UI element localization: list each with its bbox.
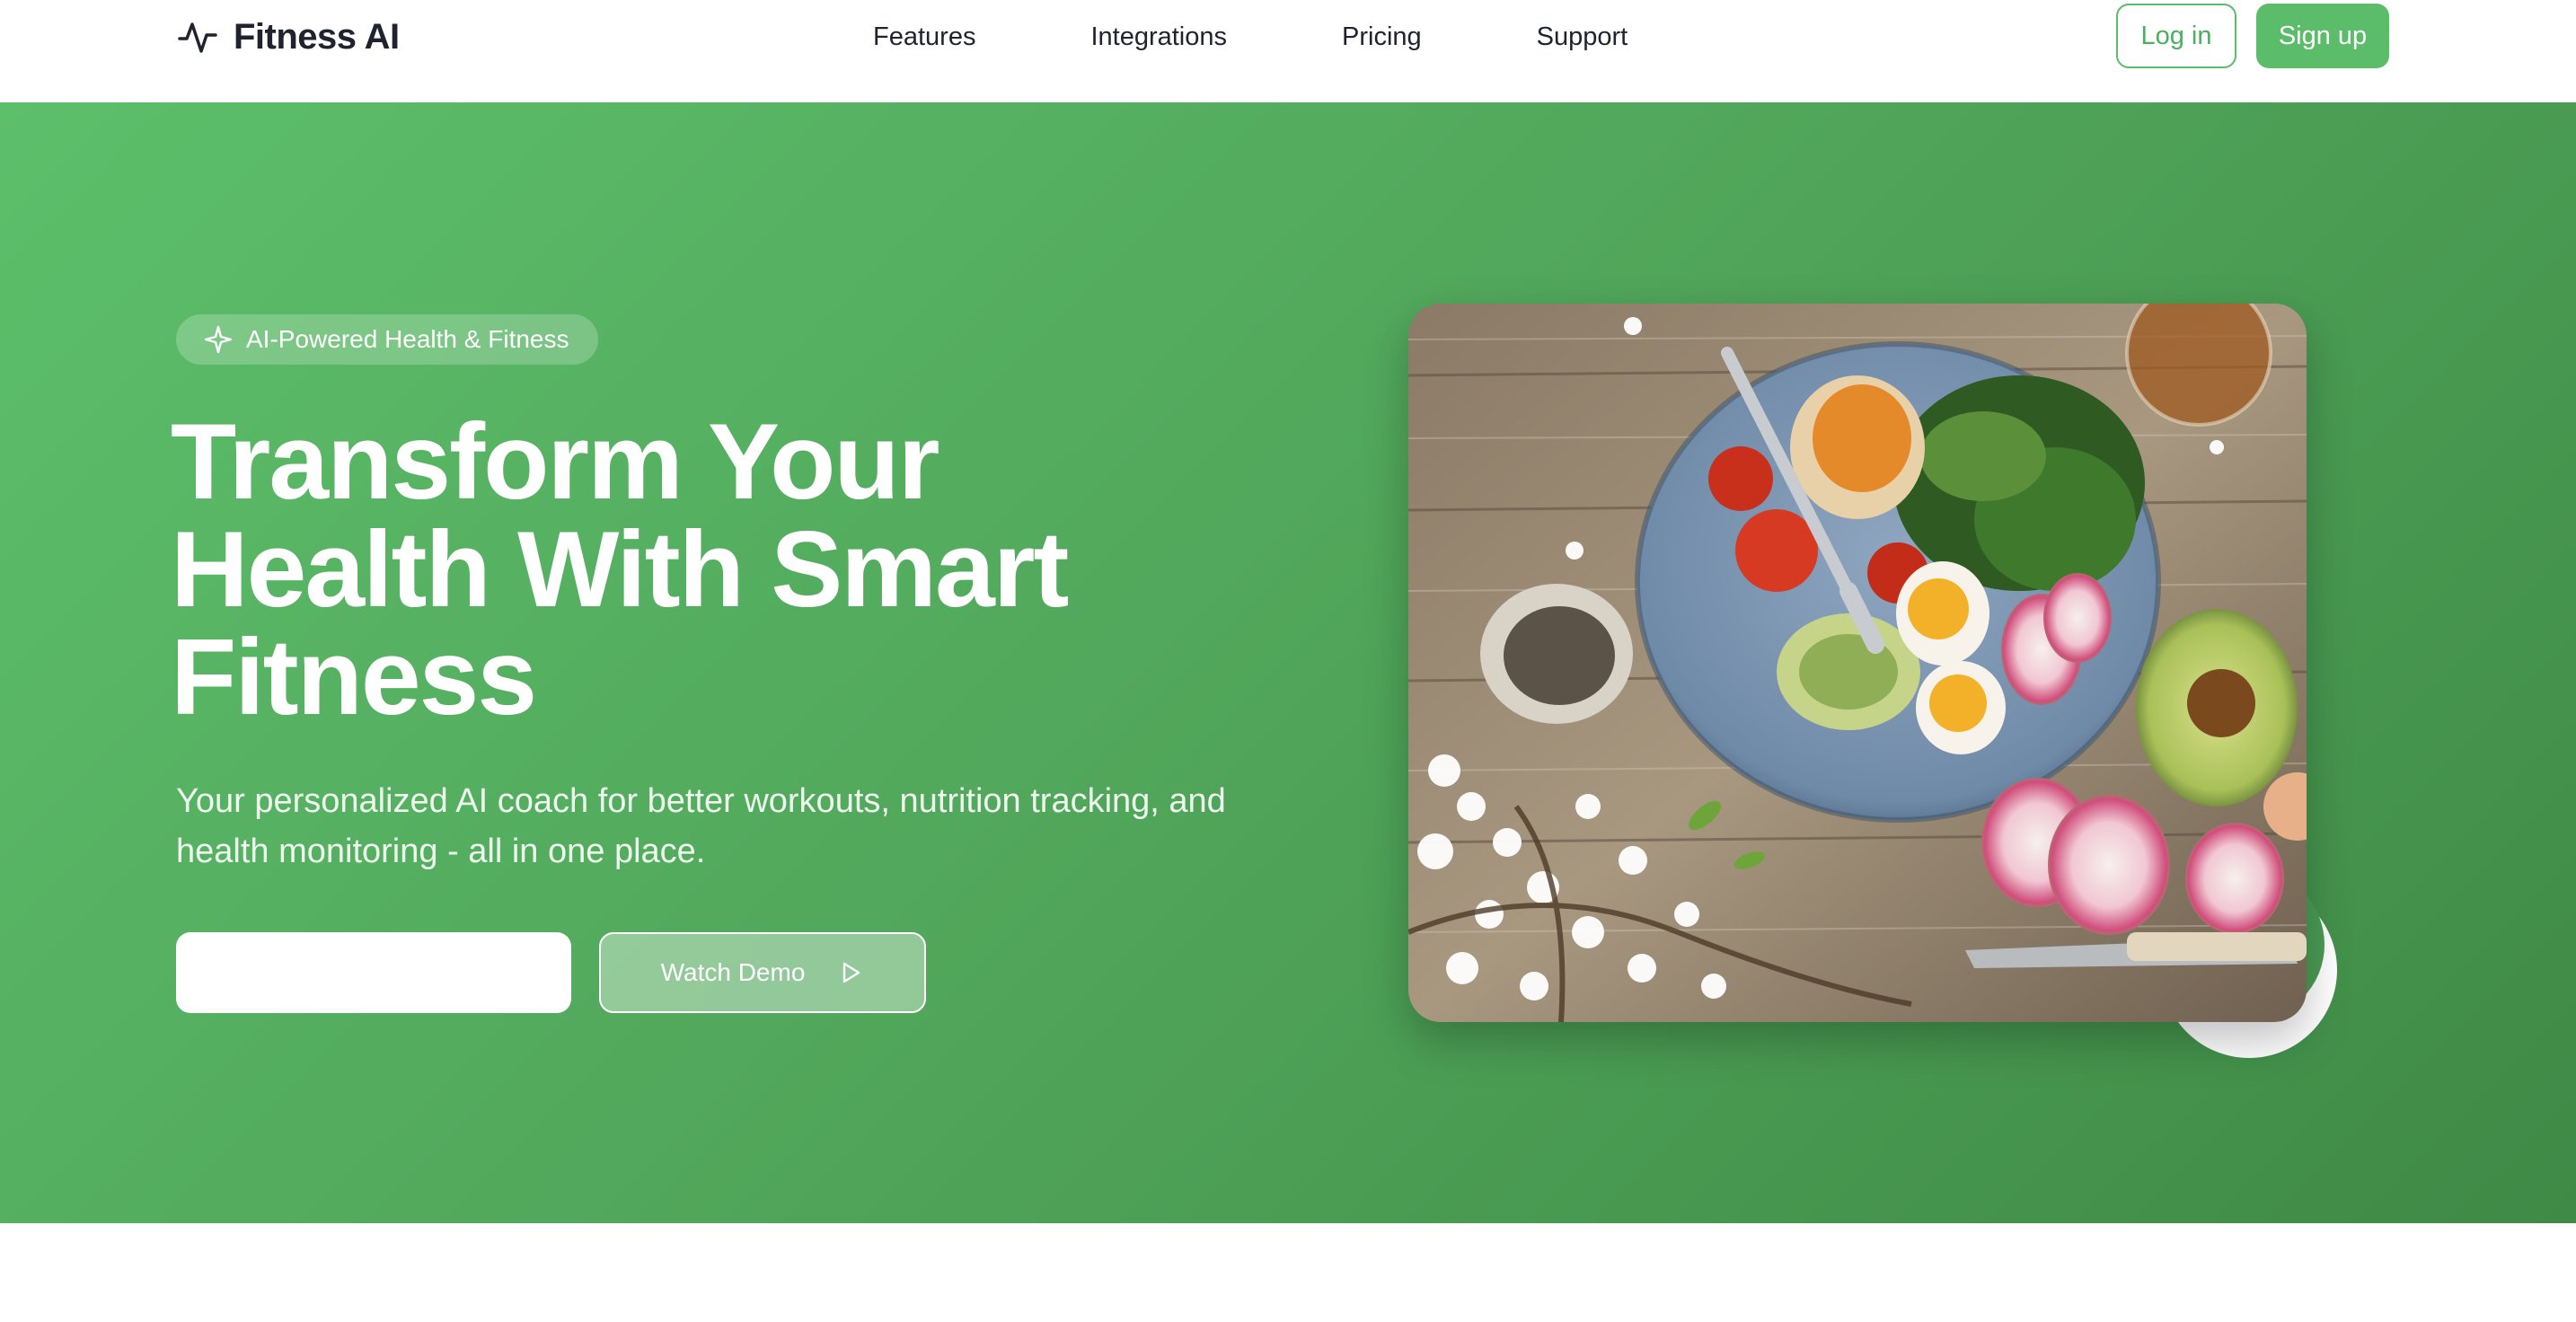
nav-link-integrations[interactable]: Integrations (1090, 22, 1227, 52)
hero-headline-line-1: Transform Your (171, 401, 940, 522)
nav-link-features[interactable]: Features (873, 22, 975, 52)
brand-logo[interactable]: Fitness AI (176, 13, 400, 61)
top-nav: Fitness AI Features Integrations Pricing… (0, 0, 2576, 102)
hero-headline: Transform Your Health With Smart Fitness (171, 408, 1338, 731)
watch-demo-label: Watch Demo (660, 958, 806, 986)
hero-badge-label: AI-Powered Health & Fitness (246, 325, 569, 353)
login-button[interactable]: Log in (2116, 4, 2236, 68)
sparkle-icon (204, 325, 233, 354)
signup-button[interactable]: Sign up (2256, 4, 2389, 68)
get-started-button[interactable] (176, 932, 571, 1013)
hero-headline-line-2: Health With Smart (171, 509, 1069, 630)
hero-headline-line-3: Fitness (171, 617, 537, 737)
main-nav: Features Integrations Pricing Support (873, 18, 1628, 56)
hero-section: AI-Powered Health & Fitness Transform Yo… (0, 102, 2576, 1223)
hero-subtitle: Your personalized AI coach for better wo… (176, 782, 1226, 870)
nav-link-support[interactable]: Support (1537, 22, 1628, 52)
play-icon (843, 962, 860, 983)
watch-demo-button[interactable]: Watch Demo (599, 932, 926, 1013)
activity-pulse-icon (178, 22, 217, 53)
healthy-food-bowl-photo (1408, 304, 2307, 1022)
nav-link-pricing[interactable]: Pricing (1342, 22, 1422, 52)
next-section (0, 1223, 2576, 1322)
hero-badge: AI-Powered Health & Fitness (176, 314, 598, 365)
brand-name: Fitness AI (234, 16, 400, 57)
